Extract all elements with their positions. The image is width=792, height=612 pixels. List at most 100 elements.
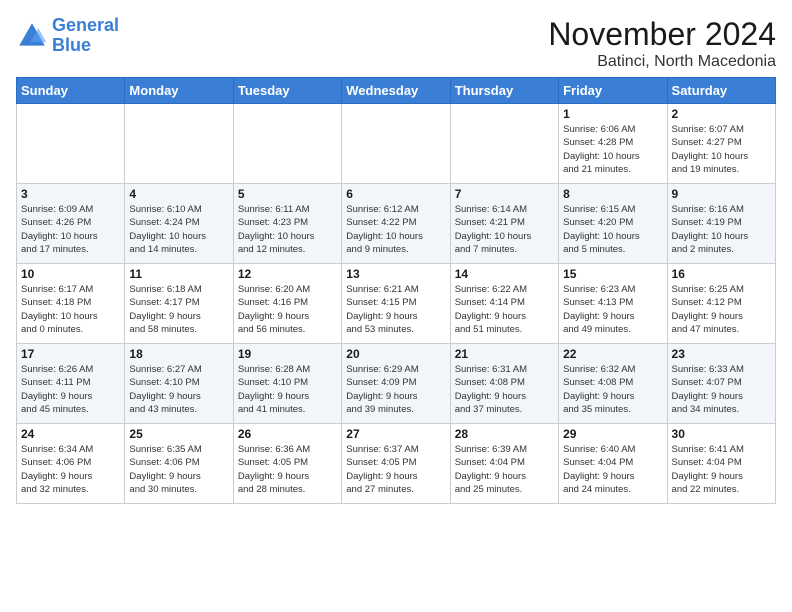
calendar-cell: 23 Sunrise: 6:33 AM Sunset: 4:07 PM Dayli…: [667, 344, 775, 424]
calendar-cell: 16 Sunrise: 6:25 AM Sunset: 4:12 PM Dayli…: [667, 264, 775, 344]
calendar-header-row: Sunday Monday Tuesday Wednesday Thursday…: [17, 78, 776, 104]
calendar-cell: [233, 104, 341, 184]
day-info: Sunrise: 6:15 AM Sunset: 4:20 PM Dayligh…: [563, 203, 662, 256]
calendar-cell: 15 Sunrise: 6:23 AM Sunset: 4:13 PM Dayli…: [559, 264, 667, 344]
day-number: 27: [346, 427, 445, 441]
location: Batinci, North Macedonia: [548, 53, 776, 71]
calendar-cell: 30 Sunrise: 6:41 AM Sunset: 4:04 PM Dayli…: [667, 424, 775, 504]
calendar: Sunday Monday Tuesday Wednesday Thursday…: [16, 77, 776, 504]
logo: General Blue: [16, 16, 119, 56]
calendar-cell: 28Sunrise: 6:39 AM Sunset: 4:04 PM Dayli…: [450, 424, 558, 504]
calendar-cell: 27Sunrise: 6:37 AM Sunset: 4:05 PM Dayli…: [342, 424, 450, 504]
day-info: Sunrise: 6:22 AM Sunset: 4:14 PM Dayligh…: [455, 283, 554, 336]
calendar-cell: 26Sunrise: 6:36 AM Sunset: 4:05 PM Dayli…: [233, 424, 341, 504]
calendar-week-4: 17 Sunrise: 6:26 AM Sunset: 4:11 PM Dayli…: [17, 344, 776, 424]
calendar-cell: 25 Sunrise: 6:35 AM Sunset: 4:06 PM Dayli…: [125, 424, 233, 504]
col-friday: Friday: [559, 78, 667, 104]
calendar-cell: 14 Sunrise: 6:22 AM Sunset: 4:14 PM Dayli…: [450, 264, 558, 344]
day-number: 13: [346, 267, 445, 281]
day-number: 22: [563, 347, 662, 361]
day-number: 5: [238, 187, 337, 201]
calendar-cell: 24 Sunrise: 6:34 AM Sunset: 4:06 PM Dayli…: [17, 424, 125, 504]
day-number: 11: [129, 267, 228, 281]
day-info: Sunrise: 6:16 AM Sunset: 4:19 PM Dayligh…: [672, 203, 771, 256]
day-info: Sunrise: 6:33 AM Sunset: 4:07 PM Dayligh…: [672, 363, 771, 416]
calendar-cell: [125, 104, 233, 184]
day-number: 3: [21, 187, 120, 201]
col-tuesday: Tuesday: [233, 78, 341, 104]
calendar-cell: 5Sunrise: 6:11 AM Sunset: 4:23 PM Daylig…: [233, 184, 341, 264]
calendar-week-3: 10 Sunrise: 6:17 AM Sunset: 4:18 PM Dayli…: [17, 264, 776, 344]
day-info: Sunrise: 6:23 AM Sunset: 4:13 PM Dayligh…: [563, 283, 662, 336]
day-number: 29: [563, 427, 662, 441]
day-number: 23: [672, 347, 771, 361]
day-number: 4: [129, 187, 228, 201]
day-info: Sunrise: 6:41 AM Sunset: 4:04 PM Dayligh…: [672, 443, 771, 496]
col-saturday: Saturday: [667, 78, 775, 104]
day-number: 16: [672, 267, 771, 281]
day-number: 18: [129, 347, 228, 361]
day-info: Sunrise: 6:31 AM Sunset: 4:08 PM Dayligh…: [455, 363, 554, 416]
calendar-cell: 18 Sunrise: 6:27 AM Sunset: 4:10 PM Dayli…: [125, 344, 233, 424]
day-number: 1: [563, 107, 662, 121]
logo-text: General Blue: [52, 16, 119, 56]
day-number: 7: [455, 187, 554, 201]
day-number: 8: [563, 187, 662, 201]
calendar-cell: 10 Sunrise: 6:17 AM Sunset: 4:18 PM Dayli…: [17, 264, 125, 344]
day-info: Sunrise: 6:21 AM Sunset: 4:15 PM Dayligh…: [346, 283, 445, 336]
day-info: Sunrise: 6:09 AM Sunset: 4:26 PM Dayligh…: [21, 203, 120, 256]
col-wednesday: Wednesday: [342, 78, 450, 104]
day-info: Sunrise: 6:14 AM Sunset: 4:21 PM Dayligh…: [455, 203, 554, 256]
day-number: 20: [346, 347, 445, 361]
calendar-cell: 29 Sunrise: 6:40 AM Sunset: 4:04 PM Dayli…: [559, 424, 667, 504]
col-sunday: Sunday: [17, 78, 125, 104]
calendar-cell: 12Sunrise: 6:20 AM Sunset: 4:16 PM Dayli…: [233, 264, 341, 344]
col-thursday: Thursday: [450, 78, 558, 104]
day-info: Sunrise: 6:32 AM Sunset: 4:08 PM Dayligh…: [563, 363, 662, 416]
day-info: Sunrise: 6:29 AM Sunset: 4:09 PM Dayligh…: [346, 363, 445, 416]
calendar-cell: 13 Sunrise: 6:21 AM Sunset: 4:15 PM Dayli…: [342, 264, 450, 344]
day-info: Sunrise: 6:35 AM Sunset: 4:06 PM Dayligh…: [129, 443, 228, 496]
calendar-cell: 7 Sunrise: 6:14 AM Sunset: 4:21 PM Daylig…: [450, 184, 558, 264]
day-number: 19: [238, 347, 337, 361]
calendar-cell: 9 Sunrise: 6:16 AM Sunset: 4:19 PM Daylig…: [667, 184, 775, 264]
calendar-cell: 11 Sunrise: 6:18 AM Sunset: 4:17 PM Dayli…: [125, 264, 233, 344]
calendar-week-5: 24 Sunrise: 6:34 AM Sunset: 4:06 PM Dayli…: [17, 424, 776, 504]
day-info: Sunrise: 6:27 AM Sunset: 4:10 PM Dayligh…: [129, 363, 228, 416]
calendar-cell: 8 Sunrise: 6:15 AM Sunset: 4:20 PM Daylig…: [559, 184, 667, 264]
calendar-cell: 20 Sunrise: 6:29 AM Sunset: 4:09 PM Dayli…: [342, 344, 450, 424]
calendar-cell: [450, 104, 558, 184]
day-info: Sunrise: 6:10 AM Sunset: 4:24 PM Dayligh…: [129, 203, 228, 256]
day-number: 21: [455, 347, 554, 361]
day-info: Sunrise: 6:26 AM Sunset: 4:11 PM Dayligh…: [21, 363, 120, 416]
day-info: Sunrise: 6:17 AM Sunset: 4:18 PM Dayligh…: [21, 283, 120, 336]
col-monday: Monday: [125, 78, 233, 104]
day-info: Sunrise: 6:25 AM Sunset: 4:12 PM Dayligh…: [672, 283, 771, 336]
day-number: 24: [21, 427, 120, 441]
day-info: Sunrise: 6:28 AM Sunset: 4:10 PM Dayligh…: [238, 363, 337, 416]
day-number: 9: [672, 187, 771, 201]
calendar-cell: 17 Sunrise: 6:26 AM Sunset: 4:11 PM Dayli…: [17, 344, 125, 424]
day-number: 17: [21, 347, 120, 361]
calendar-cell: 2Sunrise: 6:07 AM Sunset: 4:27 PM Daylig…: [667, 104, 775, 184]
calendar-week-1: 1Sunrise: 6:06 AM Sunset: 4:28 PM Daylig…: [17, 104, 776, 184]
day-number: 30: [672, 427, 771, 441]
logo-line1: General: [52, 15, 119, 35]
month-title: November 2024: [548, 16, 776, 53]
day-number: 2: [672, 107, 771, 121]
day-number: 14: [455, 267, 554, 281]
day-info: Sunrise: 6:39 AM Sunset: 4:04 PM Dayligh…: [455, 443, 554, 496]
day-number: 12: [238, 267, 337, 281]
day-info: Sunrise: 6:18 AM Sunset: 4:17 PM Dayligh…: [129, 283, 228, 336]
calendar-cell: 1Sunrise: 6:06 AM Sunset: 4:28 PM Daylig…: [559, 104, 667, 184]
calendar-cell: 19 Sunrise: 6:28 AM Sunset: 4:10 PM Dayli…: [233, 344, 341, 424]
logo-line2: Blue: [52, 35, 91, 55]
day-info: Sunrise: 6:34 AM Sunset: 4:06 PM Dayligh…: [21, 443, 120, 496]
calendar-cell: 3 Sunrise: 6:09 AM Sunset: 4:26 PM Daylig…: [17, 184, 125, 264]
day-info: Sunrise: 6:40 AM Sunset: 4:04 PM Dayligh…: [563, 443, 662, 496]
day-number: 15: [563, 267, 662, 281]
calendar-week-2: 3 Sunrise: 6:09 AM Sunset: 4:26 PM Daylig…: [17, 184, 776, 264]
day-number: 25: [129, 427, 228, 441]
day-number: 10: [21, 267, 120, 281]
calendar-cell: 6Sunrise: 6:12 AM Sunset: 4:22 PM Daylig…: [342, 184, 450, 264]
